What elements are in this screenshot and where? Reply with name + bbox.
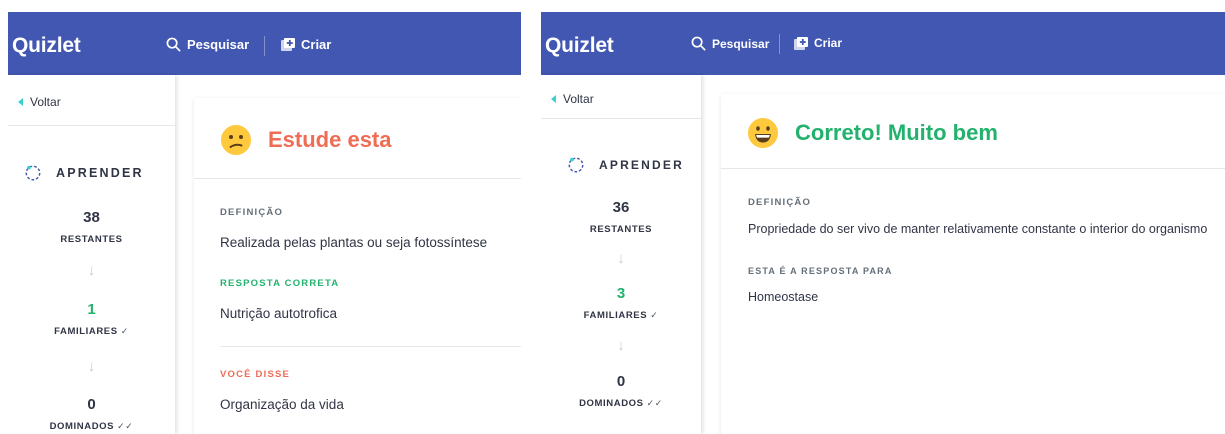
- top-navigation-bar: Quizlet Pesquisar Criar: [541, 12, 1225, 75]
- search-label: Pesquisar: [712, 36, 770, 51]
- familiar-label: FAMILIARES: [583, 310, 648, 321]
- down-arrow-icon: ↓: [617, 337, 625, 354]
- mode-label: APRENDER: [599, 158, 684, 172]
- remaining-label: RESTANTES: [589, 224, 653, 235]
- mastered-label-row: DOMINADOS ✓✓: [8, 421, 175, 432]
- left-screenshot-pane: Quizlet Pesquisar Criar Voltar APRENDER …: [8, 0, 521, 434]
- feedback-title: Correto! Muito bem: [795, 120, 998, 145]
- quizlet-logo[interactable]: Quizlet: [545, 34, 614, 58]
- remaining-stat: 38 RESTANTES: [8, 209, 175, 245]
- search-label: Pesquisar: [187, 37, 250, 52]
- top-navigation-bar: Quizlet Pesquisar Criar: [8, 12, 521, 75]
- quizlet-logo[interactable]: Quizlet: [12, 34, 81, 58]
- mode-header: APRENDER: [24, 164, 144, 182]
- definition-text: Propriedade do ser vivo de manter relati…: [748, 222, 1208, 236]
- mastered-label: DOMINADOS: [49, 421, 115, 432]
- search-button[interactable]: Pesquisar: [166, 37, 249, 52]
- card-divider: [220, 346, 521, 347]
- mastered-count: 0: [616, 373, 626, 390]
- search-icon: [166, 37, 181, 52]
- create-button[interactable]: Criar: [794, 36, 842, 50]
- mastered-stat: 0 DOMINADOS ✓✓: [8, 396, 175, 432]
- answer-term-text: Homeostase: [748, 290, 819, 304]
- back-link[interactable]: Voltar: [18, 95, 61, 109]
- down-arrow-icon: ↓: [617, 250, 625, 267]
- you-said-label: VOCÊ DISSE: [220, 369, 291, 380]
- right-screenshot-pane: Quizlet Pesquisar Criar Voltar APRENDER …: [541, 0, 1225, 434]
- card-divider: [194, 178, 521, 179]
- sidebar-divider: [541, 118, 701, 119]
- remaining-count: 38: [83, 209, 100, 226]
- create-label: Criar: [301, 37, 332, 52]
- mode-label: APRENDER: [56, 166, 144, 180]
- confused-emoji-icon: [221, 125, 251, 155]
- remaining-count: 36: [612, 199, 630, 216]
- learn-sidebar: Voltar APRENDER 36 RESTANTES ↓ 3 FAMILIA…: [541, 75, 701, 434]
- familiar-count: 3: [616, 285, 626, 302]
- remaining-label: RESTANTES: [60, 234, 123, 245]
- check-icon: ✓: [650, 310, 659, 320]
- learn-mode-icon: [568, 157, 584, 173]
- correct-answer-text: Nutrição autotrofica: [220, 306, 338, 321]
- double-check-icon: ✓✓: [117, 421, 134, 431]
- learn-mode-icon: [25, 165, 41, 181]
- check-icon: ✓: [120, 326, 129, 336]
- feedback-title: Estude esta: [268, 127, 392, 152]
- familiar-stat: 3 FAMILIARES ✓: [541, 285, 701, 321]
- back-arrow-icon: [18, 98, 23, 106]
- familiar-label: FAMILIARES: [54, 326, 118, 337]
- feedback-header: Correto! Muito bem: [747, 117, 998, 149]
- familiar-count: 1: [87, 301, 96, 318]
- definition-label: DEFINIÇÃO: [748, 197, 812, 208]
- mastered-count: 0: [87, 396, 96, 413]
- definition-label: DEFINIÇÃO: [220, 207, 284, 218]
- answer-feedback-card: Correto! Muito bem DEFINIÇÃO Propriedade…: [721, 94, 1225, 434]
- search-button[interactable]: Pesquisar: [691, 36, 769, 51]
- mode-header: APRENDER: [567, 156, 684, 174]
- create-label: Criar: [814, 36, 843, 50]
- definition-text: Realizada pelas plantas ou seja fotossín…: [220, 235, 488, 250]
- down-arrow-icon: ↓: [87, 262, 96, 279]
- create-icon: [281, 38, 295, 51]
- answer-feedback-card: Estude esta DEFINIÇÃO Realizada pelas pl…: [194, 98, 521, 434]
- nav-divider: [779, 34, 780, 54]
- mastered-stat: 0 DOMINADOS ✓✓: [541, 373, 701, 409]
- back-link[interactable]: Voltar: [551, 92, 594, 106]
- correct-answer-label: RESPOSTA CORRETA: [220, 278, 340, 289]
- learn-sidebar: Voltar APRENDER 38 RESTANTES ↓ 1 FAMILIA…: [8, 75, 175, 434]
- create-button[interactable]: Criar: [281, 37, 331, 52]
- create-icon: [794, 36, 808, 50]
- you-said-text: Organização da vida: [220, 397, 344, 412]
- back-label: Voltar: [30, 95, 61, 109]
- sidebar-divider: [8, 125, 175, 126]
- grinning-emoji-icon: [748, 118, 778, 148]
- familiar-label-row: FAMILIARES ✓: [8, 326, 175, 337]
- remaining-stat: 36 RESTANTES: [541, 199, 701, 235]
- double-check-icon: ✓✓: [646, 398, 663, 408]
- familiar-label-row: FAMILIARES ✓: [541, 310, 701, 321]
- back-label: Voltar: [563, 92, 594, 106]
- mastered-label: DOMINADOS: [579, 398, 644, 409]
- search-icon: [691, 36, 706, 51]
- answer-for-label: ESTA É A RESPOSTA PARA: [748, 266, 893, 276]
- familiar-stat: 1 FAMILIARES ✓: [8, 301, 175, 337]
- feedback-header: Estude esta: [220, 124, 392, 156]
- down-arrow-icon: ↓: [87, 358, 96, 375]
- nav-divider: [264, 36, 265, 56]
- back-arrow-icon: [551, 95, 556, 103]
- mastered-label-row: DOMINADOS ✓✓: [541, 398, 701, 409]
- card-divider: [721, 168, 1225, 169]
